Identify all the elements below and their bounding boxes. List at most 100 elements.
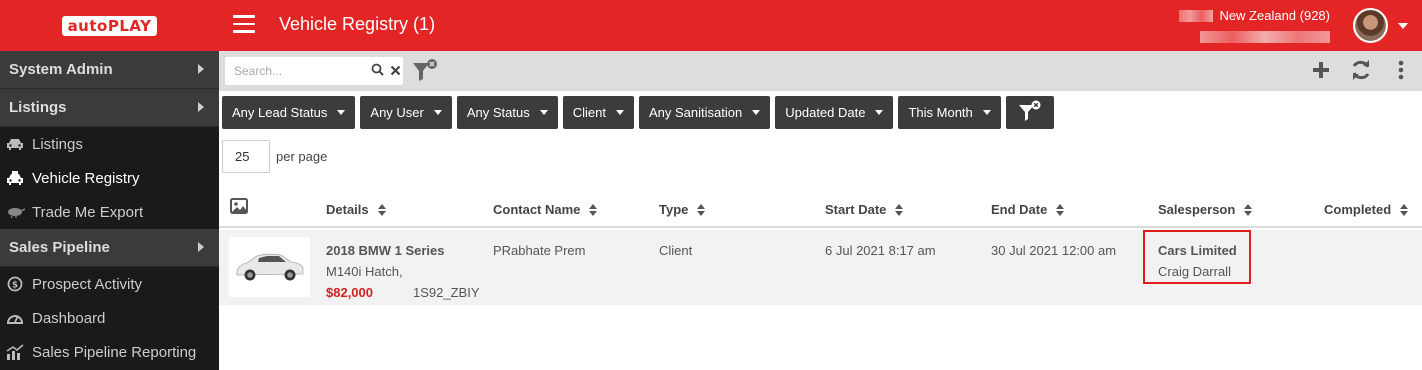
account-region: New Zealand (928) <box>1219 8 1330 23</box>
filter-sanitisation[interactable]: Any Sanitisation <box>639 96 771 129</box>
column-label: End Date <box>991 202 1048 217</box>
sidebar-item-trade-me-export[interactable]: Trade Me Export <box>0 195 219 229</box>
svg-text:$: $ <box>12 281 18 291</box>
sidebar: System Admin Listings Listings Vehicle R… <box>0 51 219 370</box>
sidebar-item-label: Vehicle Registry <box>32 169 140 187</box>
filter-type[interactable]: Client <box>562 96 634 129</box>
kiwi-icon <box>5 204 25 220</box>
per-page-label: per page <box>276 149 328 164</box>
salesperson-name: Craig Darrall <box>1158 264 1231 279</box>
sidebar-section-label: Listings <box>9 99 67 116</box>
sidebar-item-prospect-activity[interactable]: $ Prospect Activity <box>0 267 219 301</box>
filter-label: Any User <box>370 105 424 120</box>
column-label: Contact Name <box>493 202 581 217</box>
salesperson-company: Cars Limited <box>1158 243 1237 258</box>
menu-toggle-icon[interactable] <box>233 15 255 33</box>
table-header: Details Contact Name Type Start Date End… <box>219 190 1422 228</box>
redacted-text <box>1200 31 1330 43</box>
app-root: autoPLAY Vehicle Registry (1) New Zealan… <box>0 0 1422 370</box>
column-header-start-date[interactable]: Start Date <box>825 202 904 217</box>
sort-icon <box>1400 203 1409 216</box>
filter-label: Updated Date <box>785 105 866 120</box>
chevron-right-icon <box>198 102 204 112</box>
start-date: 6 Jul 2021 8:17 am <box>825 243 936 258</box>
vehicle-details: 2018 BMW 1 Series M140i Hatch, $82,000 1S… <box>326 240 480 303</box>
gauge-icon <box>5 310 25 326</box>
car-icon <box>5 136 25 152</box>
chevron-right-icon <box>198 242 204 252</box>
clear-filter-icon[interactable] <box>412 59 438 86</box>
column-label: Salesperson <box>1158 202 1236 217</box>
vehicle-thumbnail[interactable] <box>229 237 310 297</box>
table-row[interactable]: 2018 BMW 1 Series M140i Hatch, $82,000 1S… <box>219 230 1422 305</box>
stock-number: 1S92_ZBIY <box>413 285 480 300</box>
filter-date-range[interactable]: This Month <box>898 96 1001 129</box>
brand-logo: autoPLAY <box>61 15 158 36</box>
search-input[interactable] <box>225 57 365 85</box>
filter-label: This Month <box>908 105 973 120</box>
vehicle-title[interactable]: 2018 BMW 1 Series <box>326 240 480 261</box>
per-page-control: 25 per page <box>222 140 327 173</box>
sidebar-section-sales-pipeline[interactable]: Sales Pipeline <box>0 229 219 267</box>
account-info[interactable]: New Zealand (928) <box>1179 8 1330 43</box>
sidebar-item-sales-pipeline-reporting[interactable]: Sales Pipeline Reporting <box>0 335 219 369</box>
filter-status[interactable]: Any Status <box>456 96 558 129</box>
sidebar-section-label: Sales Pipeline <box>9 239 110 256</box>
salesperson-cell: Cars Limited Craig Darrall <box>1143 230 1251 284</box>
logo-area[interactable]: autoPLAY <box>0 0 219 51</box>
sort-icon <box>895 203 904 216</box>
filter-label: Any Lead Status <box>232 105 328 120</box>
chevron-down-icon <box>982 110 991 115</box>
sidebar-section-listings[interactable]: Listings <box>0 89 219 127</box>
chevron-down-icon <box>337 110 346 115</box>
sidebar-section-system-admin[interactable]: System Admin <box>0 51 219 89</box>
clear-search-icon[interactable] <box>390 62 401 79</box>
vehicle-subtitle: M140i Hatch, <box>326 264 403 279</box>
filter-label: Client <box>572 105 606 120</box>
sidebar-item-label: Listings <box>32 135 83 153</box>
sidebar-item-dashboard[interactable]: Dashboard <box>0 301 219 335</box>
column-header-details[interactable]: Details <box>326 202 386 217</box>
chevron-down-icon <box>752 110 761 115</box>
sidebar-item-listings[interactable]: Listings <box>0 127 219 161</box>
image-icon <box>230 198 248 217</box>
sidebar-section-label: System Admin <box>9 61 113 78</box>
column-label: Details <box>326 202 369 217</box>
clear-filters-button[interactable] <box>1005 96 1054 129</box>
column-header-completed[interactable]: Completed <box>1324 202 1409 217</box>
chevron-down-icon <box>616 110 624 115</box>
sort-icon <box>1056 203 1065 216</box>
filter-lead-status[interactable]: Any Lead Status <box>222 96 356 129</box>
per-page-input[interactable]: 25 <box>222 140 270 173</box>
toolbar-actions <box>1310 59 1412 81</box>
sidebar-item-label: Trade Me Export <box>32 203 144 221</box>
chevron-down-icon <box>875 110 884 115</box>
refresh-icon[interactable] <box>1350 59 1372 81</box>
column-label: Completed <box>1324 202 1392 217</box>
sidebar-item-vehicle-registry[interactable]: Vehicle Registry <box>0 161 219 195</box>
clear-filter-icon <box>1018 100 1042 125</box>
filter-user[interactable]: Any User <box>360 96 452 129</box>
filter-date-field[interactable]: Updated Date <box>775 96 894 129</box>
redacted-text <box>1179 9 1214 22</box>
column-label: Type <box>659 202 689 217</box>
sidebar-item-label: Sales Pipeline Reporting <box>32 343 197 361</box>
row-type: Client <box>659 243 693 258</box>
chevron-down-icon <box>433 110 442 115</box>
end-date: 30 Jul 2021 12:00 am <box>991 243 1117 258</box>
search-box <box>225 57 403 85</box>
column-header-end-date[interactable]: End Date <box>991 202 1065 217</box>
search-icon[interactable] <box>371 63 384 79</box>
sort-icon <box>589 203 598 216</box>
sort-icon <box>1244 203 1253 216</box>
sidebar-item-label: Dashboard <box>32 309 106 327</box>
avatar[interactable] <box>1353 8 1388 43</box>
plus-icon[interactable] <box>1310 59 1332 81</box>
column-header-contact-name[interactable]: Contact Name <box>493 202 598 217</box>
column-header-type[interactable]: Type <box>659 202 706 217</box>
column-header-salesperson[interactable]: Salesperson <box>1158 202 1253 217</box>
more-vertical-icon[interactable] <box>1390 59 1412 81</box>
toolbar <box>219 51 1422 91</box>
page-title: Vehicle Registry (1) <box>279 14 436 34</box>
chevron-down-icon[interactable] <box>1398 23 1408 29</box>
